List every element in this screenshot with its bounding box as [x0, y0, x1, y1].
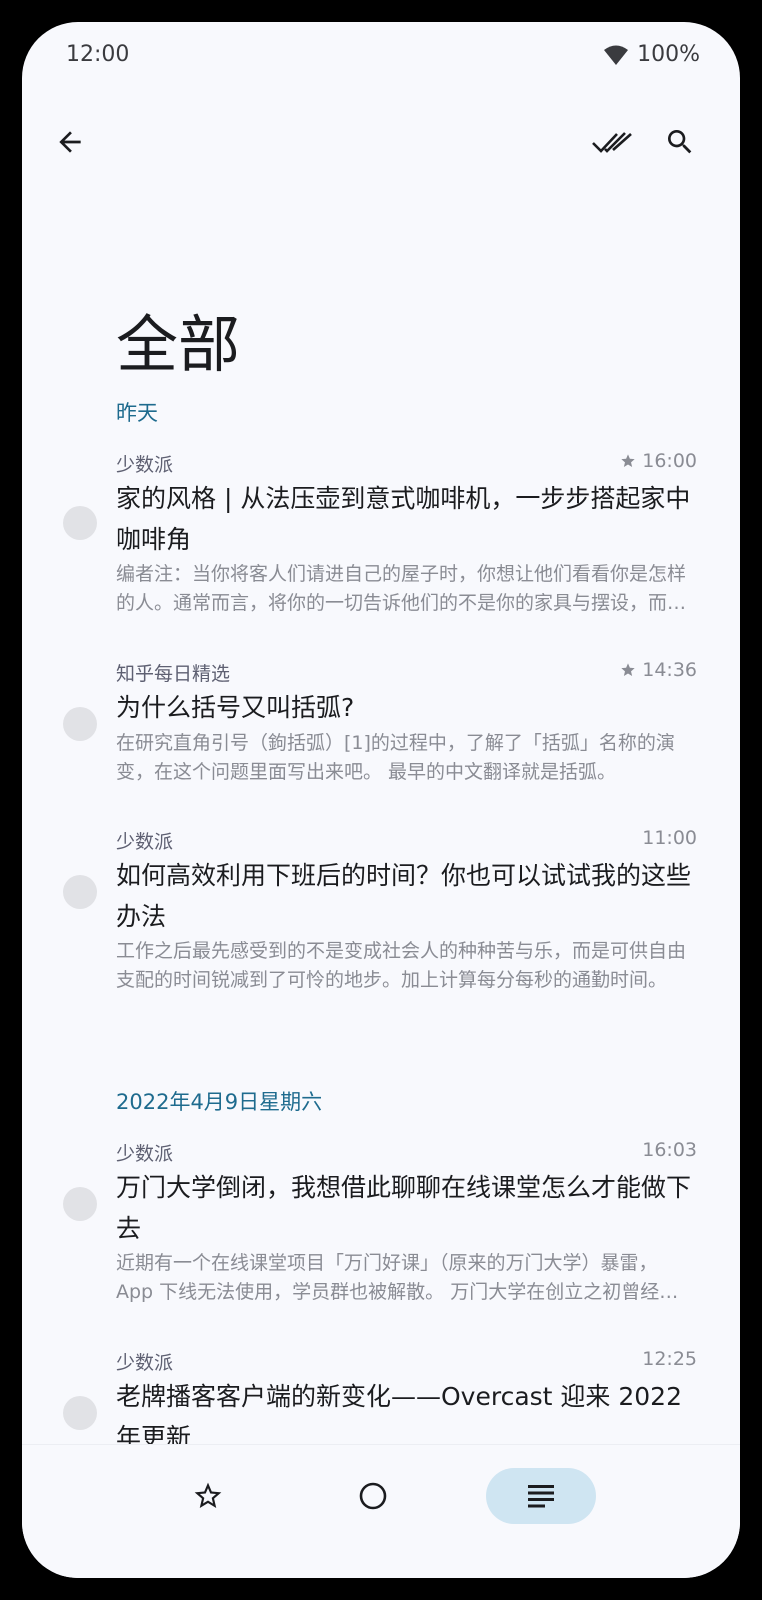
back-button[interactable] — [42, 114, 98, 170]
article-title: 家的风格 | 从法压壶到意式咖啡机，一步步搭起家中咖啡角 — [116, 484, 691, 554]
article-source: 少数派 — [116, 454, 174, 476]
unread-dot-icon — [63, 1396, 97, 1430]
article-summary: 在研究直角引号（鉤括弧）[1]的过程中，了解了「括弧」名称的演变，在这个问题里面… — [116, 732, 675, 783]
article-summary: 近期有一个在线课堂项目「万门好课」（原来的万门大学）暴雷，App 下线无法使用，… — [116, 1252, 679, 1303]
circle-outline-icon — [359, 1482, 387, 1510]
article-meta: 16:00 — [620, 450, 697, 472]
unread-dot-icon — [63, 506, 97, 540]
article-meta: 14:36 — [620, 659, 697, 681]
article-summary: 编者注：当你将客人们请进自己的屋子时，你想让他们看看你是怎样的人。通常而言，将你… — [116, 563, 687, 614]
article-source: 少数派 — [116, 1143, 174, 1165]
article-source: 少数派 — [116, 1352, 174, 1374]
mark-all-read-button[interactable] — [584, 114, 640, 170]
star-outline-icon — [194, 1482, 222, 1508]
double-check-icon — [592, 132, 632, 153]
article-time: 14:36 — [642, 659, 697, 681]
status-time: 12:00 — [66, 42, 130, 67]
unread-dot-icon — [63, 707, 97, 741]
status-right: 100% — [603, 42, 700, 67]
arrow-left-icon — [59, 131, 81, 153]
article-title: 如何高效利用下班后的时间？你也可以试试我的这些办法 — [116, 861, 692, 931]
article-title: 万门大学倒闭，我想借此聊聊在线课堂怎么才能做下去 — [116, 1173, 692, 1243]
status-bar: 12:00 100% — [22, 22, 740, 92]
article-source: 少数派 — [116, 831, 174, 853]
article-time: 11:00 — [642, 827, 697, 849]
article-item[interactable]: 少数派 16:00 家的风格 | 从法压壶到意式咖啡机，一步步搭起家中咖啡角 编… — [22, 450, 740, 620]
unread-dot-icon — [63, 875, 97, 909]
section-header-yesterday: 昨天 — [116, 401, 158, 425]
article-meta: 16:03 — [642, 1139, 697, 1161]
screen: 12:00 100% 全部 昨天 少数派 16:00 家的风格 | 从法压壶到意… — [22, 22, 740, 1578]
article-title: 为什么括号又叫括弧? — [116, 693, 355, 722]
article-summary: 工作之后最先感受到的不是变成社会人的种种苦与乐，而是可供自由支配的时间锐减到了可… — [116, 940, 687, 991]
search-button[interactable] — [652, 114, 708, 170]
article-meta: 12:25 — [642, 1348, 697, 1370]
section-header-date: 2022年4月9日星期六 — [116, 1090, 323, 1114]
star-filled-icon — [621, 454, 635, 467]
star-filled-icon — [621, 663, 635, 676]
battery-level: 100% — [637, 42, 700, 67]
app-bar — [22, 114, 740, 182]
article-item[interactable]: 少数派 16:03 万门大学倒闭，我想借此聊聊在线课堂怎么才能做下去 近期有一个… — [22, 1139, 740, 1309]
article-source: 知乎每日精选 — [116, 663, 231, 685]
bottom-navigation — [22, 1444, 740, 1578]
phone-frame: 12:00 100% 全部 昨天 少数派 16:00 家的风格 | 从法压壶到意… — [0, 0, 762, 1600]
article-time: 12:25 — [642, 1348, 697, 1370]
page-title: 全部 — [116, 308, 241, 381]
article-item[interactable]: 知乎每日精选 14:36 为什么括号又叫括弧? 在研究直角引号（鉤括弧）[1]的… — [22, 659, 740, 789]
nav-starred[interactable] — [153, 1468, 263, 1524]
article-item[interactable]: 少数派 11:00 如何高效利用下班后的时间？你也可以试试我的这些办法 工作之后… — [22, 827, 740, 997]
search-icon — [668, 130, 692, 154]
list-icon — [528, 1485, 554, 1508]
wifi-icon — [604, 45, 629, 65]
nav-unread[interactable] — [318, 1468, 428, 1524]
article-meta: 11:00 — [642, 827, 697, 849]
unread-dot-icon — [63, 1187, 97, 1221]
nav-all[interactable] — [486, 1468, 596, 1524]
article-time: 16:00 — [642, 450, 697, 472]
article-time: 16:03 — [642, 1139, 697, 1161]
